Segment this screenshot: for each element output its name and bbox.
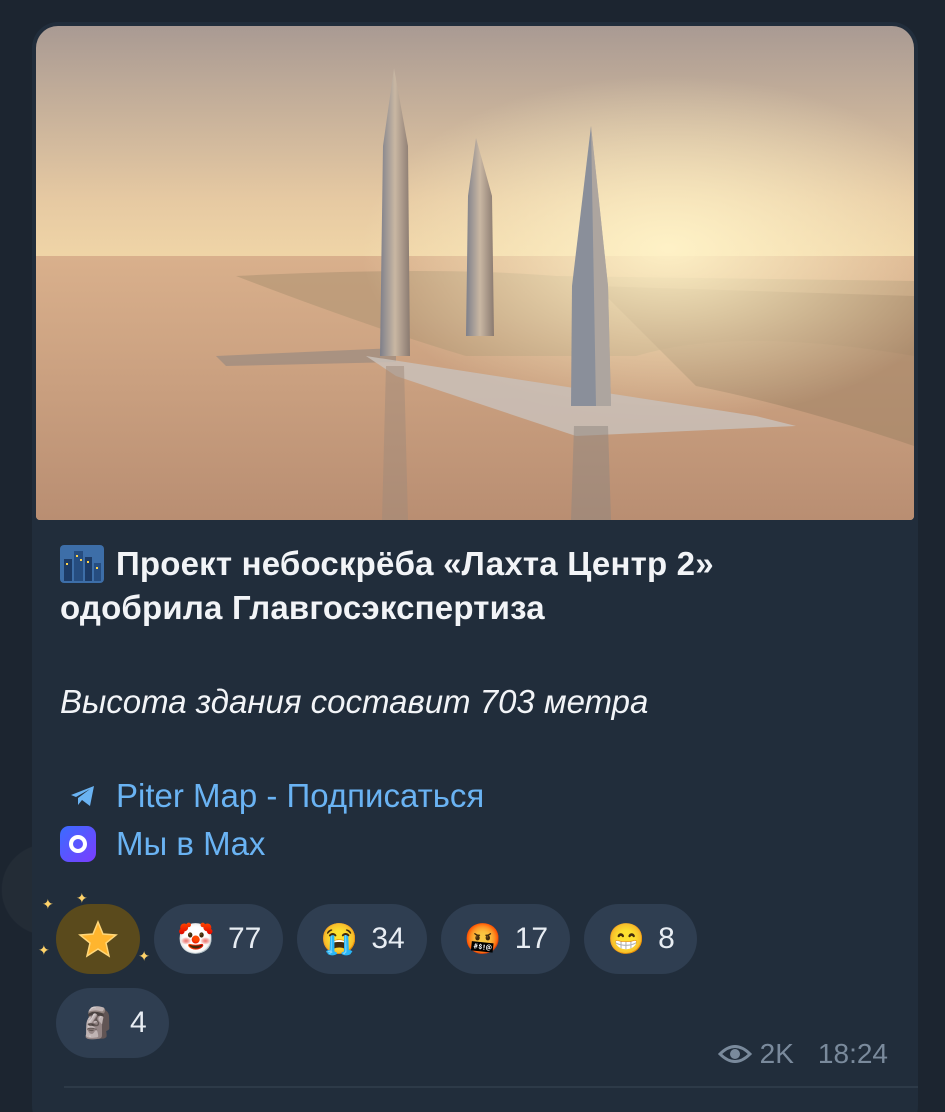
post-title-line1: Проект небоскрёба «Лахта Центр 2» xyxy=(116,545,714,582)
reaction-count: 8 xyxy=(658,922,675,955)
crying-face-icon: 😭 xyxy=(320,922,359,956)
comments-divider xyxy=(64,1086,918,1088)
grinning-face-icon: 😁 xyxy=(607,922,645,956)
sparkle-icon: ✦ xyxy=(42,896,54,912)
max-app-icon xyxy=(60,826,96,862)
views-count: 2K xyxy=(759,1038,794,1069)
post-photo[interactable] xyxy=(36,26,914,520)
reaction-count: 77 xyxy=(228,922,262,955)
clown-face-icon: 🤡 xyxy=(177,922,215,956)
cityscape-icon xyxy=(60,545,104,583)
max-link[interactable]: Мы в Max xyxy=(60,820,890,868)
moai-icon: 🗿 xyxy=(79,1006,117,1040)
reaction-count: 17 xyxy=(514,922,549,955)
post-subtitle: Высота здания составит 703 метра xyxy=(60,683,649,720)
telegram-icon xyxy=(60,785,116,807)
sparkle-icon: ✦ xyxy=(38,942,50,958)
post-time: 18:24 xyxy=(817,1038,888,1069)
skyscraper-photo xyxy=(36,26,914,520)
reaction-crying[interactable]: 😭 34 xyxy=(297,904,427,974)
post-title: Проект небоскрёба «Лахта Центр 2» одобри… xyxy=(60,542,890,630)
reaction-cursing[interactable]: 🤬 17 xyxy=(440,904,571,974)
reaction-moai[interactable]: 🗿 4 xyxy=(56,988,169,1058)
reaction-count: 4 xyxy=(130,1006,147,1039)
sparkle-icon: ✦ xyxy=(76,890,88,906)
channel-post[interactable]: Проект небоскрёба «Лахта Центр 2» одобри… xyxy=(32,22,918,1112)
star-icon xyxy=(78,920,118,958)
reaction-count: 34 xyxy=(371,922,405,955)
reaction-clown[interactable]: 🤡 77 xyxy=(154,904,284,974)
max-link-label[interactable]: Мы в Max xyxy=(116,820,265,868)
reactions-bar: ✦ ✦ ✦ ✦ 🤡 77 😭 34 🤬 17 😁 8 🗿 4 xyxy=(38,890,796,1058)
post-meta: 2K 18:24 xyxy=(717,1038,888,1070)
cursing-face-icon: 🤬 xyxy=(464,922,502,956)
subscribe-link[interactable]: Piter Map - Подписаться xyxy=(60,772,890,820)
subscribe-link-label[interactable]: Piter Map - Подписаться xyxy=(116,772,484,820)
post-title-line2: одобрила Главгосэкспертиза xyxy=(60,589,545,626)
eye-icon xyxy=(717,1045,752,1063)
sparkle-icon: ✦ xyxy=(138,948,150,964)
reaction-grinning[interactable]: 😁 8 xyxy=(584,904,697,974)
star-reaction-button[interactable]: ✦ ✦ ✦ ✦ xyxy=(38,890,150,974)
